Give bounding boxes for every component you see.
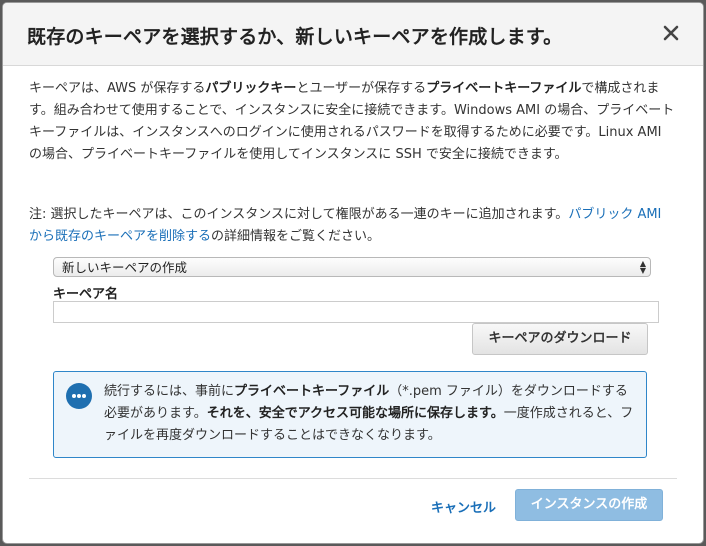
info-save-securely: それを、安全でアクセス可能な場所に保存します。 [206,406,504,421]
launch-instances-button[interactable]: インスタンスの作成 [515,489,663,521]
keypair-name-label: キーペア名 [53,287,119,302]
keypair-dialog: 既存のキーペアを選択するか、新しいキーペアを作成します。 キーペアは、AWS が… [3,3,703,543]
dialog-title: 既存のキーペアを選択するか、新しいキーペアを作成します。 [27,26,563,48]
dialog-header: 既存のキーペアを選択するか、新しいキーペアを作成します。 [3,3,703,66]
keypair-name-input[interactable] [53,301,659,323]
info-private-key-file: プライベートキーファイル [234,384,390,399]
cancel-button[interactable]: キャンセル [431,497,496,516]
select-arrows-icon: ▲ ▼ [639,259,646,275]
chat-bubble-icon [66,383,92,409]
desc-text-1: キーペアは、AWS が保存する [29,81,206,96]
desc-public-key: パブリックキー [205,81,297,96]
info-alert: 続行するには、事前にプライベートキーファイル（*.pem ファイル）をダウンロー… [53,371,647,458]
download-keypair-button[interactable]: キーペアのダウンロード [472,323,648,355]
info-text-1: 続行するには、事前に [104,384,235,399]
note-text-1: 注: 選択したキーペアは、このインスタンスに対して権限がある一連のキーに追加され… [29,207,569,222]
desc-text-2: とユーザーが保存する [296,81,427,96]
desc-private-key-file: プライベートキーファイル [426,81,582,96]
footer-divider [29,478,677,479]
close-icon[interactable] [659,21,683,45]
keypair-description: キーペアは、AWS が保存するパブリックキーとユーザーが保存するプライベートキー… [29,78,677,166]
keypair-note: 注: 選択したキーペアは、このインスタンスに対して権限がある一連のキーに追加され… [29,204,677,248]
keypair-option-selected: 新しいキーペアの作成 [62,260,188,275]
keypair-option-select[interactable]: 新しいキーペアの作成 ▲ ▼ [53,257,651,277]
info-text: 続行するには、事前にプライベートキーファイル（*.pem ファイル）をダウンロー… [104,381,636,447]
note-text-2: の詳細情報をご覧ください。 [211,229,381,244]
